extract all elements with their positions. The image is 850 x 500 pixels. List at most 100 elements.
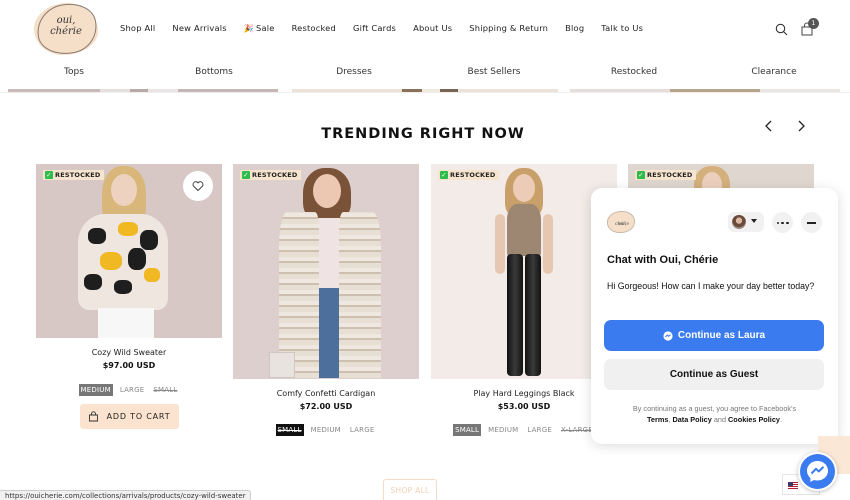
logo-text-line2: chérie	[50, 26, 82, 37]
restocked-badge: ✓ RESTOCKED	[635, 170, 696, 180]
badge-label: RESTOCKED	[647, 171, 693, 179]
product-image[interactable]: ✓ RESTOCKED	[431, 164, 617, 379]
cart-count-badge: 1	[808, 18, 819, 29]
search-icon[interactable]	[775, 23, 788, 36]
messenger-chat-popup: oui, chérie Chat with Oui, Chérie Hi Gorg…	[591, 188, 838, 444]
wishlist-button[interactable]	[183, 171, 213, 201]
photo-cardigan	[339, 212, 381, 378]
continue-as-user-label: Continue as Laura	[677, 330, 766, 341]
messenger-launcher-button[interactable]	[798, 452, 837, 491]
photo-pattern	[100, 252, 122, 270]
category-tops[interactable]: Tops	[64, 67, 84, 77]
continue-as-user-button[interactable]: Continue as Laura	[604, 320, 824, 351]
size-option[interactable]: MEDIUM	[309, 424, 343, 436]
dot	[781, 221, 784, 224]
check-icon: ✓	[637, 171, 645, 179]
shopping-bag-icon	[88, 411, 98, 422]
category-clearance[interactable]: Clearance	[751, 67, 796, 77]
size-option[interactable]: MEDIUM	[486, 424, 520, 436]
account-switcher-button[interactable]	[728, 212, 764, 232]
size-option[interactable]: LARGE	[525, 424, 554, 436]
legal-end: .	[779, 415, 782, 424]
chat-greeting: Hi Gorgeous! How can I make your day bet…	[607, 281, 815, 291]
nav-new-arrivals[interactable]: New Arrivals	[172, 23, 226, 33]
continue-as-guest-button[interactable]: Continue as Guest	[604, 359, 824, 390]
badge-label: RESTOCKED	[55, 171, 101, 179]
size-option[interactable]: SMALL	[275, 424, 304, 436]
chat-logo-line2: chérie	[614, 222, 630, 227]
photo-pattern	[128, 248, 146, 270]
nav-shop-all[interactable]: Shop All	[120, 23, 155, 33]
photo-pattern	[114, 280, 132, 294]
add-to-cart-button[interactable]: ADD TO CART	[79, 404, 179, 429]
caret-down-icon	[751, 219, 757, 223]
main-nav: Shop All New Arrivals 🎉 Sale Restocked Gi…	[120, 23, 660, 33]
more-options-button[interactable]	[772, 212, 793, 233]
size-option[interactable]: SMALL	[151, 384, 179, 396]
dot	[776, 221, 779, 224]
product-name[interactable]: Play Hard Leggings Black	[431, 389, 617, 398]
chat-title: Chat with Oui, Chérie	[607, 254, 719, 266]
photo-pattern	[144, 268, 160, 282]
photo-top	[317, 218, 341, 288]
size-option[interactable]: SMALL	[453, 424, 482, 436]
product-name[interactable]: Cozy Wild Sweater	[36, 348, 222, 357]
product-price: $72.00 USD	[299, 402, 353, 411]
product-name[interactable]: Comfy Confetti Cardigan	[233, 389, 419, 398]
product-card: ✓ RESTOCKED Play Hard Leggings Black $53.…	[431, 164, 617, 436]
check-icon: ✓	[45, 171, 53, 179]
nav-restocked[interactable]: Restocked	[292, 23, 336, 33]
shop-all-button[interactable]: SHOP ALL	[383, 479, 437, 500]
chevron-right-icon[interactable]	[793, 118, 809, 134]
photo-leggings	[507, 254, 523, 376]
product-image[interactable]: ✓ RESTOCKED	[233, 164, 419, 379]
data-policy-link[interactable]: Data Policy	[672, 415, 711, 424]
category-bottoms[interactable]: Bottoms	[195, 67, 233, 77]
cookies-policy-link[interactable]: Cookies Policy	[728, 415, 780, 424]
size-option[interactable]: LARGE	[348, 424, 377, 436]
category-dresses[interactable]: Dresses	[336, 67, 372, 77]
photo-pattern	[84, 274, 102, 290]
photo-face	[111, 174, 137, 206]
photo-pants	[98, 308, 154, 338]
minimize-button[interactable]	[801, 212, 822, 233]
photo-pattern	[140, 230, 158, 250]
check-icon: ✓	[440, 171, 448, 179]
nav-gift-cards[interactable]: Gift Cards	[353, 23, 396, 33]
messenger-icon	[807, 461, 828, 482]
badge-label: RESTOCKED	[450, 171, 496, 179]
dot	[786, 221, 789, 224]
status-bar-url: https://ouicherie.com/collections/arriva…	[0, 490, 251, 500]
nav-sale[interactable]: 🎉 Sale	[244, 23, 275, 33]
nav-blog[interactable]: Blog	[565, 23, 584, 33]
category-nav: Tops Bottoms Dresses Best Sellers Restoc…	[0, 62, 850, 86]
heart-icon	[192, 181, 204, 192]
category-best-sellers[interactable]: Best Sellers	[468, 67, 521, 77]
nav-sale-label: Sale	[256, 23, 275, 33]
size-option[interactable]: LARGE	[118, 384, 147, 396]
product-card: ✓ RESTOCKED Comfy Confetti Cardigan $72.0…	[233, 164, 419, 436]
category-restocked[interactable]: Restocked	[611, 67, 657, 77]
size-option[interactable]: X-LARGE	[559, 424, 595, 436]
size-option[interactable]: MEDIUM	[78, 384, 113, 396]
messenger-fab-bg	[800, 454, 835, 489]
size-options: SMALL MEDIUM LARGE X-LARGE	[431, 424, 617, 436]
logo-text-line1: oui,	[56, 15, 76, 26]
nav-about-us[interactable]: About Us	[413, 23, 452, 33]
nav-shipping-return[interactable]: Shipping & Return	[469, 23, 548, 33]
photo-jeans	[317, 288, 339, 378]
nav-talk-to-us[interactable]: Talk to Us	[601, 23, 643, 33]
size-options: SMALL MEDIUM LARGE	[233, 424, 419, 436]
site-header: oui, chérie Shop All New Arrivals 🎉 Sale …	[0, 0, 850, 60]
chevron-left-icon[interactable]	[761, 118, 777, 134]
avatar	[732, 215, 746, 229]
product-image[interactable]: ✓ RESTOCKED	[36, 164, 222, 338]
section-title: TRENDING RIGHT NOW	[321, 126, 525, 142]
restocked-badge: ✓ RESTOCKED	[240, 170, 301, 180]
product-price: $97.00 USD	[102, 361, 156, 370]
brand-logo[interactable]: oui, chérie	[32, 0, 102, 60]
messenger-icon	[663, 330, 673, 341]
terms-link[interactable]: Terms	[647, 415, 668, 424]
add-to-cart-label: ADD TO CART	[106, 412, 171, 421]
legal-prefix: By continuing as a guest, you agree to F…	[632, 404, 797, 413]
